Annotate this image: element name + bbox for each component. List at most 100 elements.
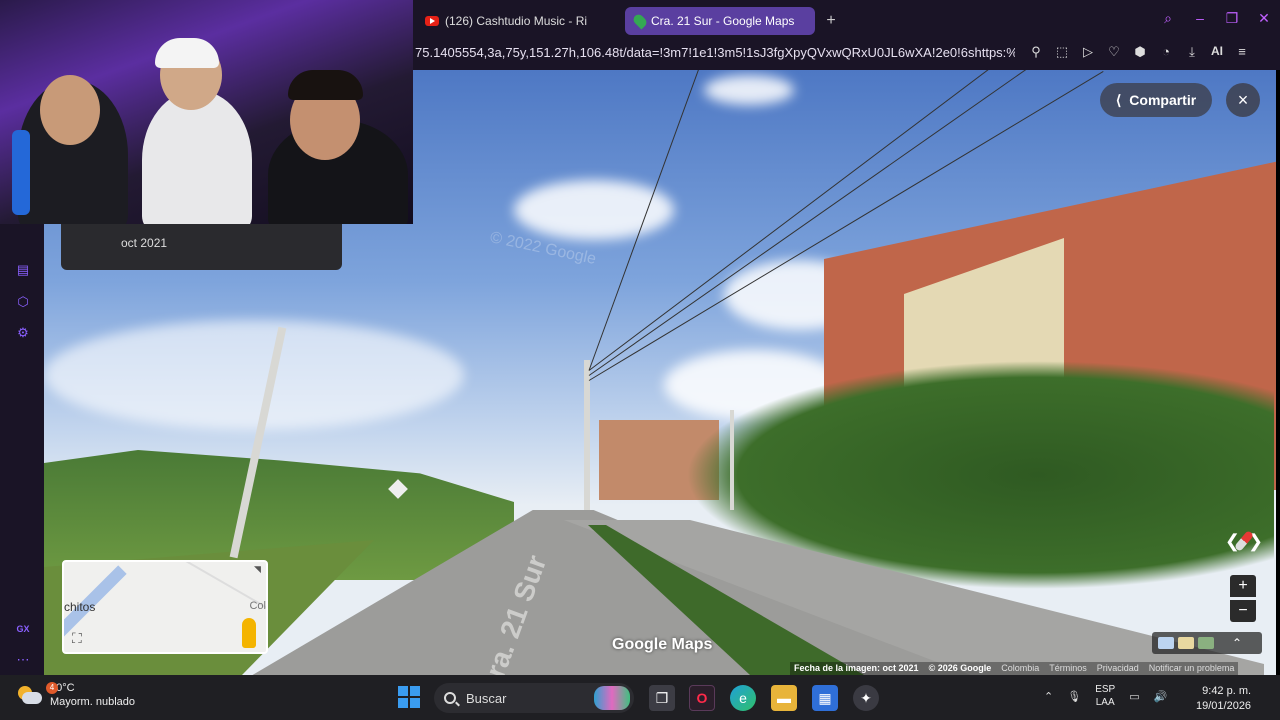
weather-desc: Mayorm. nublado [50, 696, 135, 708]
close-street-view-button[interactable]: × [1226, 83, 1260, 117]
screen: ▤ ⬡ ⚙ GX ⋯ (126) Cashtudio Music - Ri Cr… [0, 0, 1280, 720]
expand-up-icon[interactable]: ⌃ [1232, 636, 1242, 650]
weather-text: 20°C Mayorm. nublado [50, 681, 135, 709]
task-view-icon[interactable]: ❐ [649, 685, 675, 711]
windows-logo-pane [410, 698, 420, 708]
tab-label: Cra. 21 Sur - Google Maps [651, 14, 795, 28]
tab-youtube[interactable]: (126) Cashtudio Music - Ri [415, 7, 621, 35]
youtube-icon [425, 16, 439, 26]
snapshot-icon[interactable]: ⬚ [1055, 44, 1069, 60]
image-date-card: oct 2021 [61, 224, 342, 270]
minimap-label: Col [249, 600, 266, 612]
microsoft-store-icon[interactable]: ▦ [812, 685, 838, 711]
lang-layout: LAA [1095, 697, 1115, 708]
address-bar-actions: ⚲ ⬚ ▷ ♡ ⬢ ◔ ⤓ AI ≡ [1029, 44, 1249, 60]
account-icon[interactable]: ◔ [1159, 44, 1173, 60]
lang-code: ESP [1095, 684, 1116, 695]
network-icon[interactable]: ▭ [1129, 690, 1139, 703]
maximize-button[interactable]: ❐ [1224, 10, 1240, 27]
zoom-in-button[interactable]: + [1230, 575, 1256, 597]
more-options-icon[interactable]: ⋯ [15, 652, 31, 667]
webcam-overlay [0, 0, 413, 224]
country-link[interactable]: Colombia [1001, 663, 1039, 675]
minimap[interactable]: chitos Col ⛶ ◥ [62, 560, 268, 654]
clock-date: 19/01/2026 [1196, 700, 1252, 712]
app-icon[interactable]: ✦ [853, 685, 879, 711]
edge-icon[interactable]: e [730, 685, 756, 711]
map-footer: Fecha de la imagen: oct 2021 © 2026 Goog… [790, 662, 1239, 676]
weather-temp: 20°C [50, 682, 75, 694]
search-icon [444, 692, 456, 704]
language-indicator[interactable]: ESP LAA [1095, 683, 1115, 709]
system-tray: ⌃ 🎙 ESP LAA ▭ 🔊 [1044, 683, 1167, 709]
cloud [514, 180, 674, 240]
google-maps-icon [631, 12, 649, 30]
clock[interactable]: 9:42 p. m. 19/01/2026 [1196, 684, 1251, 714]
layer-thumbnail[interactable] [1198, 637, 1214, 649]
windows-logo-pane [398, 686, 408, 696]
copyright: © 2026 Google [928, 663, 992, 673]
layer-thumbnail[interactable] [1178, 637, 1194, 649]
cloud [704, 75, 794, 105]
report-problem-link[interactable]: Notificar un problema [1149, 663, 1235, 675]
share-button[interactable]: ⟨ Compartir [1100, 83, 1212, 117]
tab-strip: (126) Cashtudio Music - Ri Cra. 21 Sur -… [415, 6, 843, 36]
image-date: oct 2021 [121, 236, 168, 250]
extensions-icon[interactable]: ⬢ [1133, 44, 1147, 60]
start-button[interactable] [398, 686, 420, 708]
play-icon[interactable]: ▷ [1081, 44, 1095, 60]
utility-pole [584, 360, 590, 510]
person-silhouette [142, 90, 252, 224]
ai-button[interactable]: AI [1211, 44, 1223, 60]
address-bar: 75.1405554,3a,75y,151.27h,106.48t/data=!… [415, 40, 1270, 64]
person-face [40, 75, 100, 145]
opera-gx-icon[interactable]: O [689, 685, 715, 711]
terms-link[interactable]: Términos [1049, 663, 1087, 675]
pegman-icon[interactable] [242, 618, 256, 648]
window-controls: ⌕ – ❐ ✕ [1160, 10, 1272, 27]
settings-gear-icon[interactable]: ⚙ [15, 325, 31, 340]
show-hidden-icons[interactable]: ⌃ [1044, 690, 1053, 703]
menu-icon[interactable]: ≡ [1235, 44, 1249, 60]
privacy-link[interactable]: Privacidad [1097, 663, 1139, 675]
cloud [44, 320, 464, 430]
search-icon[interactable]: ⌕ [1160, 10, 1176, 27]
weather-widget[interactable]: 4 20°C Mayorm. nublado [16, 681, 135, 709]
close-window-button[interactable]: ✕ [1256, 10, 1272, 27]
utility-pole [730, 410, 734, 510]
water-bottle [12, 130, 30, 215]
heart-icon[interactable]: ♡ [1107, 44, 1121, 60]
hair [288, 70, 363, 100]
file-explorer-icon[interactable]: ▬ [771, 685, 797, 711]
new-tab-button[interactable]: + [819, 12, 843, 30]
tab-label: (126) Cashtudio Music - Ri [445, 14, 588, 28]
notification-badge: 4 [46, 682, 58, 694]
gx-logo-icon[interactable]: GX [15, 624, 31, 638]
tab-google-maps[interactable]: Cra. 21 Sur - Google Maps [625, 7, 815, 35]
windows-logo-pane [398, 698, 408, 708]
expand-icon[interactable]: ⛶ [72, 630, 90, 648]
cloud-shape [22, 692, 42, 704]
clock-time: 9:42 p. m. [1202, 685, 1252, 697]
search-highlight-icon[interactable] [594, 686, 630, 710]
compass-control[interactable]: ❮ ❯ [1224, 527, 1264, 555]
volume-icon[interactable]: 🔊 [1154, 690, 1168, 703]
image-date-footer: Fecha de la imagen: oct 2021 [794, 663, 919, 673]
share-label: Compartir [1129, 92, 1197, 108]
download-icon[interactable]: ⤓ [1185, 44, 1199, 60]
url-field[interactable]: 75.1405554,3a,75y,151.27h,106.48t/data=!… [415, 45, 1015, 60]
player-icon[interactable]: ⬡ [15, 294, 31, 309]
windows-logo-pane [410, 686, 420, 696]
layer-thumbnail[interactable] [1158, 637, 1174, 649]
pin-icon[interactable]: ⚲ [1029, 44, 1043, 60]
minimap-label: chitos [64, 600, 96, 614]
wallet-icon[interactable]: ▤ [15, 262, 31, 277]
layers-control[interactable]: ⌃ [1152, 632, 1262, 654]
google-maps-logo: Google Maps [612, 636, 713, 653]
share-icon: ⟨ [1115, 91, 1122, 108]
zoom-out-button[interactable]: − [1230, 600, 1256, 622]
collapse-icon[interactable]: ◥ [254, 564, 264, 574]
search-label: Buscar [466, 690, 507, 706]
minimize-button[interactable]: – [1192, 10, 1208, 27]
microphone-icon[interactable]: 🎙 [1067, 690, 1081, 703]
